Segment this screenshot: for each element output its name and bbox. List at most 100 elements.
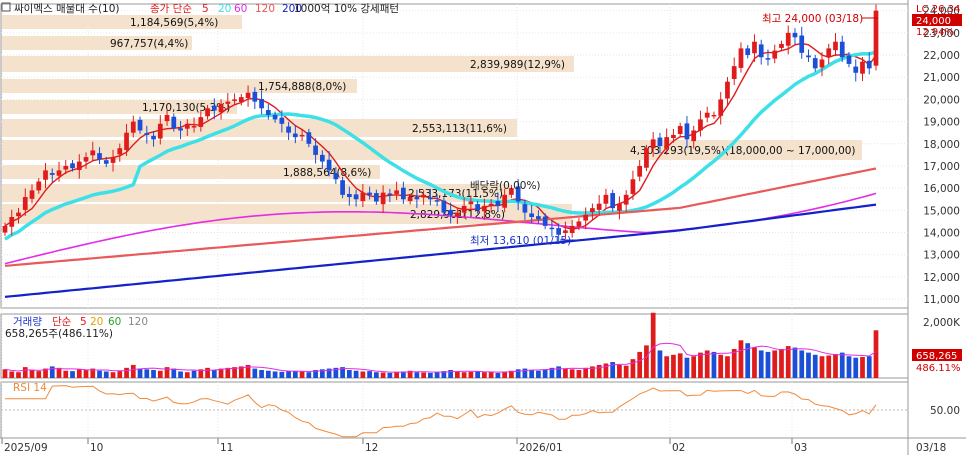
volume-bar[interactable] [718,354,724,378]
candle-body[interactable] [563,230,568,233]
candle-body[interactable] [144,133,150,135]
candle-body[interactable] [799,35,805,53]
volume-bar[interactable] [785,346,791,378]
volume-bar[interactable] [576,370,582,378]
candle-body[interactable] [785,32,791,46]
volume-bar[interactable] [826,355,832,378]
volume-bar[interactable] [56,367,62,378]
volume-bar[interactable] [792,347,798,378]
candle-body[interactable] [502,194,508,208]
volume-bar[interactable] [117,371,123,378]
volume-bar[interactable] [22,367,28,378]
candle-body[interactable] [103,160,109,164]
candle-body[interactable] [866,60,872,69]
candle-body[interactable] [252,91,258,102]
candle-body[interactable] [455,212,460,217]
volume-bar[interactable] [536,370,541,378]
volume-bar[interactable] [772,350,778,378]
volume-bar[interactable] [63,370,69,378]
candle-body[interactable] [596,203,602,210]
volume-bar[interactable] [671,354,676,378]
volume-bar[interactable] [738,340,744,378]
volume-bar[interactable] [299,371,305,378]
volume-bar[interactable] [387,372,393,378]
volume-bar[interactable] [428,372,433,378]
volume-bar[interactable] [178,371,183,378]
candle-body[interactable] [677,126,683,135]
volume-bar[interactable] [650,312,656,378]
volume-bar[interactable] [839,352,845,378]
candle-body[interactable] [380,192,386,205]
volume-bar[interactable] [583,367,589,378]
candle-body[interactable] [623,194,629,205]
volume-bar[interactable] [461,372,467,378]
candle-body[interactable] [401,187,406,200]
candle-body[interactable] [56,170,62,176]
volume-bar[interactable] [70,371,75,378]
candle-body[interactable] [441,200,447,213]
volume-bar[interactable] [779,349,784,378]
volume-bar[interactable] [799,350,805,378]
volume-bar[interactable] [394,371,399,378]
volume-bar[interactable] [421,372,426,378]
volume-bar[interactable] [691,356,697,378]
candle-body[interactable] [698,119,703,131]
candle-body[interactable] [63,165,69,170]
candle-body[interactable] [846,55,852,64]
candle-body[interactable] [218,103,224,113]
volume-bar[interactable] [130,364,136,378]
candle-body[interactable] [178,128,183,131]
volume-bar[interactable] [252,368,258,378]
candle-body[interactable] [360,192,366,202]
candle-body[interactable] [657,137,663,147]
candle-body[interactable] [272,114,278,120]
volume-bar[interactable] [414,372,420,378]
volume-bar[interactable] [205,367,210,378]
volume-bar[interactable] [819,356,825,378]
volume-bar[interactable] [468,371,474,378]
volume-bar[interactable] [677,353,683,378]
volume-bar[interactable] [488,371,494,378]
volume-bar[interactable] [103,371,109,378]
volume-bar[interactable] [812,354,818,378]
volume-bar[interactable] [76,369,82,378]
candle-body[interactable] [482,205,487,212]
candle-body[interactable] [373,193,379,202]
candle-body[interactable] [124,132,129,151]
candle-body[interactable] [394,190,399,194]
candle-body[interactable] [448,209,453,215]
candle-body[interactable] [488,203,494,206]
volume-bar[interactable] [157,370,163,378]
candle-body[interactable] [718,99,724,116]
candle-body[interactable] [819,59,825,68]
volume-bar[interactable] [623,365,629,378]
candle-body[interactable] [353,194,359,200]
volume-bar[interactable] [684,357,690,378]
candle-body[interactable] [16,212,21,217]
candle-body[interactable] [569,225,575,233]
volume-bar[interactable] [2,369,8,378]
candle-body[interactable] [333,173,339,180]
candle-body[interactable] [873,10,879,66]
candle-body[interactable] [259,98,264,109]
volume-bar[interactable] [475,371,480,378]
volume-bar[interactable] [725,356,730,378]
volume-bar[interactable] [367,371,372,378]
candle-body[interactable] [590,208,595,213]
volume-bar[interactable] [846,356,852,378]
volume-bar[interactable] [758,350,764,378]
candle-body[interactable] [407,197,413,202]
volume-bar[interactable] [184,372,190,378]
candle-body[interactable] [671,134,676,139]
volume-bar[interactable] [144,369,150,378]
volume-bar[interactable] [97,370,102,378]
candle-body[interactable] [549,227,555,230]
volume-bar[interactable] [644,345,649,378]
candle-body[interactable] [637,165,643,177]
volume-bar[interactable] [495,372,501,378]
volume-bar[interactable] [191,370,197,378]
candle-body[interactable] [650,139,656,149]
volume-bar[interactable] [617,364,622,378]
candle-body[interactable] [428,197,433,200]
candle-body[interactable] [812,58,818,69]
